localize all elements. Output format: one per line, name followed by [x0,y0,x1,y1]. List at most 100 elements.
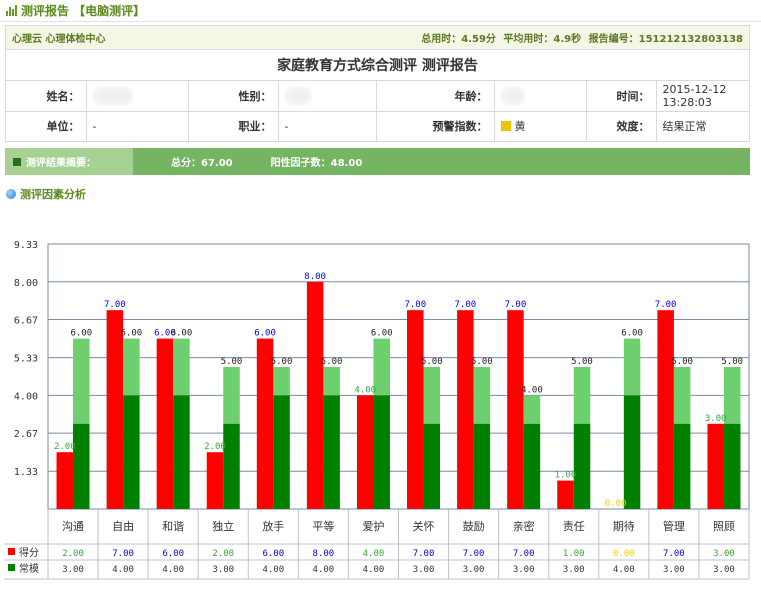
score-value-label: 7.00 [455,300,477,310]
table-cell-value: 7.00 [513,549,535,559]
table-cell-value: 3.00 [212,565,234,575]
table-cell-value: 8.00 [313,549,335,559]
category-label: 管理 [663,519,685,533]
norm-value-label: 6.00 [371,329,393,339]
info-table: 姓名： 性别： 年龄： 时间： 2015-12-12 13:28:03 单位： … [6,81,749,141]
positive-factor-count: 阳性因子数：48.00 [270,158,363,169]
score-value-label: 7.00 [104,300,126,310]
norm-bar-upper [623,338,641,396]
table-cell-value: 3.00 [713,549,735,559]
norm-bar-upper [223,366,240,424]
score-bar [306,281,324,509]
table-cell-value: 4.00 [363,565,385,575]
table-cell-value: 0.00 [613,549,635,559]
norm-bar-lower [673,423,691,509]
norm-value-label: 5.00 [571,357,593,367]
norm-value-label: 6.00 [621,329,643,339]
y-tick-label: 8.00 [14,278,38,289]
score-bar [457,310,474,509]
table-cell-value: 3.00 [62,565,84,575]
summary-label-text: 测评结果摘要： [26,158,96,169]
score-bar [657,310,674,509]
norm-bar-lower [623,395,641,509]
category-label: 放手 [262,519,284,533]
blurred-gender [284,86,311,105]
category-label: 鼓励 [463,519,485,533]
y-tick-label: 1.33 [14,467,38,478]
name-label: 姓名： [6,81,87,112]
validity-value: 结果正常 [662,120,707,134]
warning-value: 黄 [494,111,587,141]
norm-value-label: 5.00 [471,357,493,367]
info-row: 单位： - 职业： - 预警指数： 黄 效度： 结果正常 [6,111,749,141]
category-label: 爱护 [362,519,384,533]
square-icon [13,157,21,166]
category-label: 亲密 [513,519,535,533]
chart-svg: 1.33 2.67 4.00 5.33 6.67 8.00 9.33 2.00 6.00 沟通 7.… [4,240,750,580]
norm-bar-upper [573,366,591,424]
avg-time: 平均用时：4.9秒 [503,34,582,45]
norm-bar-upper [473,366,491,424]
score-bar [707,423,724,509]
job-value: - [278,111,377,141]
norm-value-label: 6.00 [70,329,92,339]
table-cell-value: 7.00 [663,549,685,559]
legend-label: 常模 [19,562,39,575]
score-value-label: 7.00 [404,300,426,310]
norm-bar-lower [73,423,90,509]
norm-bar-upper [423,366,441,424]
category-label: 照顾 [713,520,735,533]
legend-swatch [8,548,15,555]
norm-bar-lower [723,423,741,509]
unit-label: 单位： [6,111,87,141]
norm-bar-lower [473,423,491,509]
legend-swatch [8,564,15,571]
table-cell-value: 4.00 [363,549,385,559]
norm-bar-upper [173,338,190,396]
summary-bar: 测评结果摘要： 总分：67.00 阳性因子数：48.00 [5,148,750,175]
age-label: 年龄： [376,81,495,112]
norm-value-label: 6.00 [171,329,193,339]
blurred-name [92,86,133,105]
org-name: 心理云 心理体检中心 [12,34,106,45]
total-score: 总分：67.00 [171,158,233,169]
warning-color-swatch [500,121,511,132]
score-bar [507,310,524,509]
norm-value-label: 6.00 [121,329,143,339]
norm-bar-lower [123,395,140,509]
table-cell-value: 3.00 [513,565,535,575]
table-cell-value: 4.00 [162,565,184,575]
y-tick-label: 6.67 [14,316,38,327]
total-time: 总用时：4.59分 [421,34,496,45]
norm-value-label: 5.00 [721,357,743,367]
norm-bar-upper [273,366,290,396]
category-label: 责任 [563,520,585,533]
page-title: 测评报告 【电脑测评】 [21,4,146,18]
norm-bar-upper [323,366,340,396]
panel-header: 心理云 心理体检中心 总用时：4.59分 平均用时：4.9秒 报告编号：1512… [6,26,749,50]
plot-frame [47,243,750,510]
summary-label: 测评结果摘要： [5,148,133,175]
table-cell-value: 4.00 [313,565,335,575]
table-cell-value: 7.00 [413,549,435,559]
table-cell-value: 7.00 [463,549,485,559]
score-value-label: 7.00 [655,300,677,310]
norm-bar-lower [573,423,591,509]
report-title: 家庭教育方式综合测评 测评报告 [6,50,749,81]
report-info-panel: 心理云 心理体检中心 总用时：4.59分 平均用时：4.9秒 报告编号：1512… [5,25,750,142]
table-cell-value: 4.00 [112,565,134,575]
score-value-label: 6.00 [254,329,276,339]
factor-chart: 1.33 2.67 4.00 5.33 6.67 8.00 9.33 2.00 6.00 沟通 7.… [0,236,761,587]
norm-value-label: 5.00 [421,357,443,367]
warning-label: 预警指数： [376,111,495,141]
score-value-label: 3.00 [705,414,727,424]
norm-bar-upper [523,395,541,424]
score-value-label: 1.00 [555,471,577,481]
legend-label: 得分 [19,547,39,559]
norm-bar-upper [73,338,90,424]
norm-bar-upper [123,338,140,396]
score-bar [106,310,124,509]
warning-text: 黄 [514,120,526,134]
norm-value-label: 5.00 [321,357,343,367]
score-value-label: 2.00 [54,442,76,452]
